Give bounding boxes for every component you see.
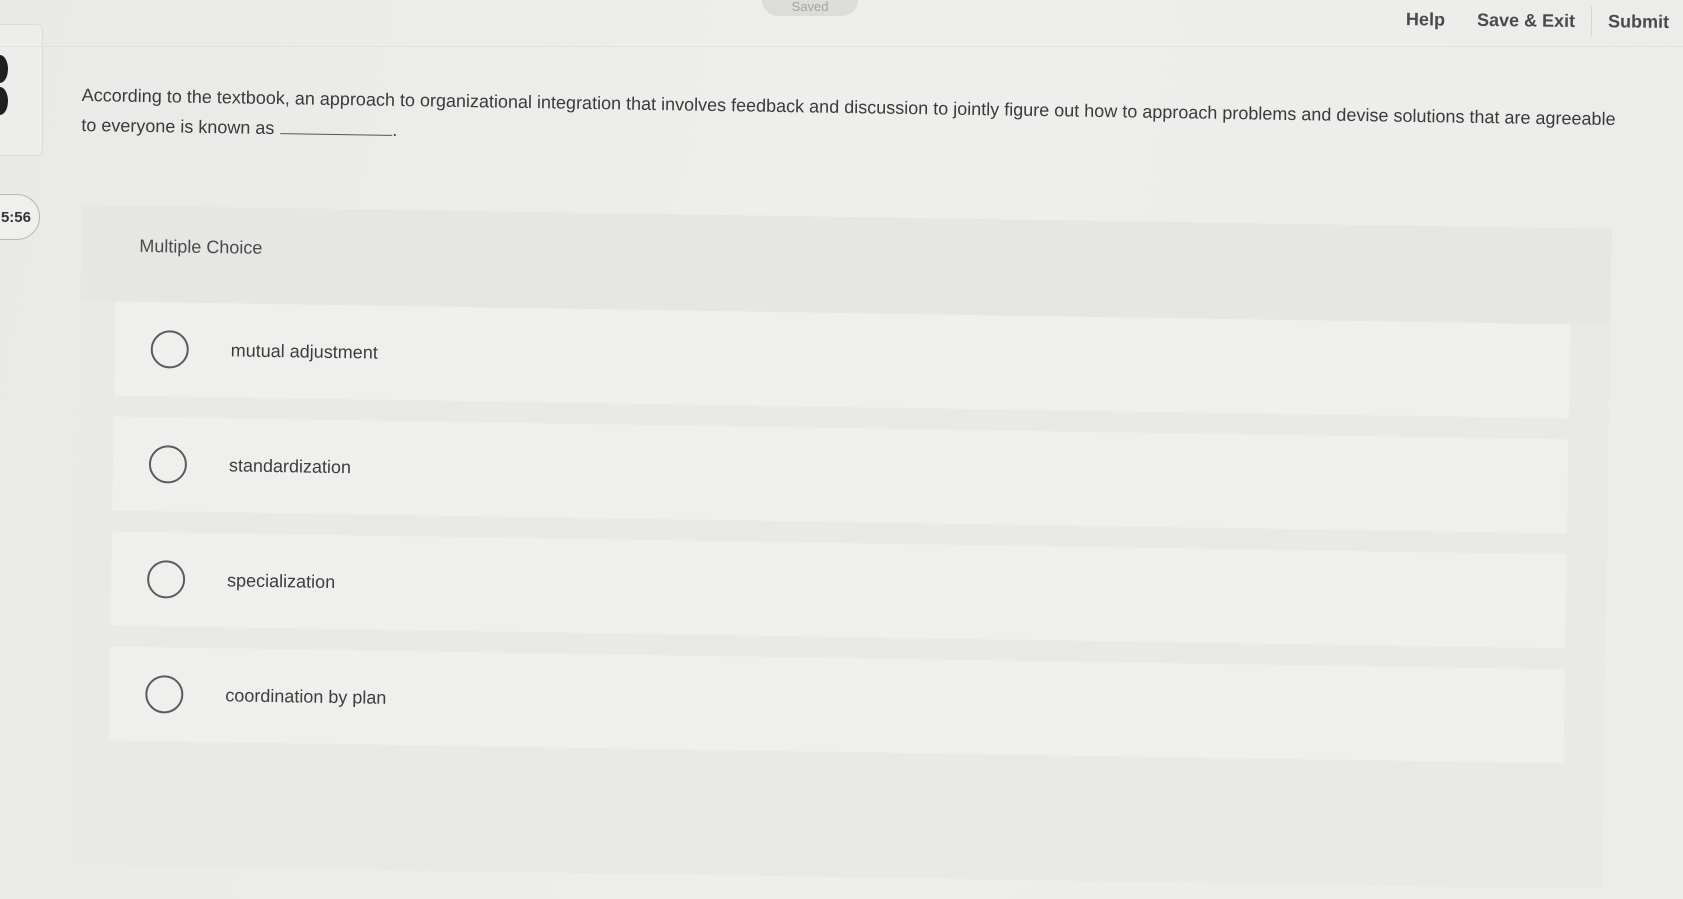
timer-value: 5:56 — [0, 208, 31, 226]
help-link[interactable]: Help — [1390, 9, 1461, 31]
option-standardization[interactable]: standardization — [112, 416, 1569, 534]
progress-dot-icon — [0, 87, 8, 115]
saved-status-tab: Saved — [762, 0, 858, 16]
answer-options: mutual adjustment standardization specia… — [71, 300, 1611, 889]
save-exit-link[interactable]: Save & Exit — [1461, 9, 1591, 31]
header-divider — [0, 46, 1683, 47]
option-label: standardization — [228, 454, 352, 477]
radio-button-icon[interactable] — [150, 330, 190, 369]
radio-button-icon[interactable] — [145, 675, 184, 714]
submit-link[interactable]: Submit — [1592, 11, 1683, 33]
option-specialization[interactable]: specialization — [110, 531, 1567, 649]
question-end-punct: . — [392, 119, 398, 140]
option-label: specialization — [226, 569, 336, 592]
answer-card: Multiple Choice mutual adjustment standa… — [71, 205, 1612, 889]
saved-status-label: Saved — [791, 0, 829, 14]
option-label: coordination by plan — [225, 684, 387, 708]
question-type-label: Multiple Choice — [139, 235, 263, 258]
radio-button-icon[interactable] — [146, 560, 186, 599]
option-coordination-by-plan[interactable]: coordination by plan — [108, 646, 1565, 764]
answer-blank — [280, 115, 393, 136]
radio-button-icon[interactable] — [148, 445, 188, 484]
timer-badge[interactable]: 5:56 — [0, 194, 40, 240]
question-prompt: According to the textbook, an approach t… — [81, 80, 1622, 164]
top-navigation: Help Save & Exit Submit — [1390, 4, 1683, 37]
option-label: mutual adjustment — [230, 339, 378, 363]
left-side-panel — [0, 24, 43, 156]
progress-dot-icon — [0, 55, 8, 83]
